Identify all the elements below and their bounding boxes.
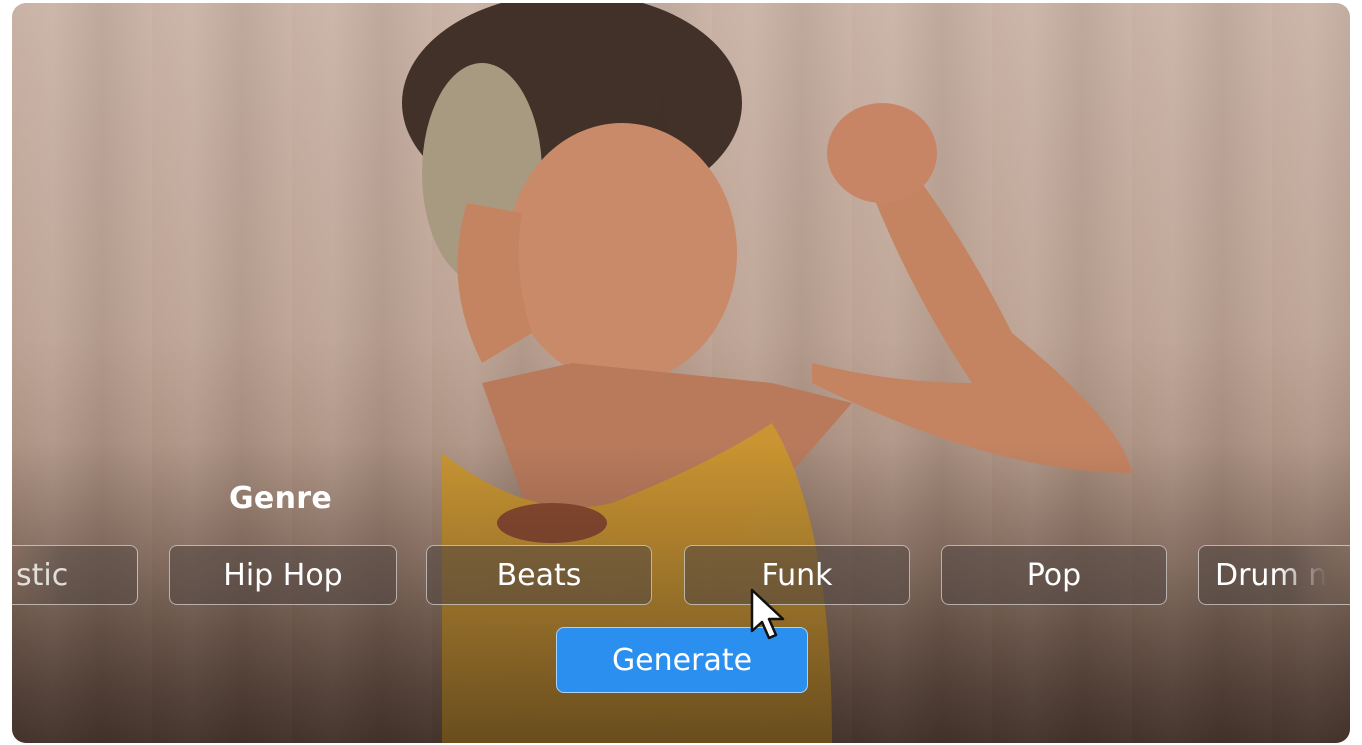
genre-heading: Genre [229,481,332,516]
genre-chip-acoustic[interactable]: stic [12,545,138,605]
genre-chip-hip-hop[interactable]: Hip Hop [169,545,397,605]
genre-chip-label: Beats [496,557,582,593]
genre-chip-funk[interactable]: Funk [684,545,910,605]
generate-button-label: Generate [611,642,753,678]
genre-chip-label: Hip Hop [223,557,343,593]
genre-chip-beats[interactable]: Beats [426,545,652,605]
genre-chip-label: Drum n [1215,557,1328,593]
genre-chip-pop[interactable]: Pop [941,545,1167,605]
mouse-pointer-icon [750,588,785,640]
video-frame: Genre stic Hip Hop Beats Funk Pop Drum n… [12,3,1350,743]
genre-chip-label: stic [16,557,69,593]
genre-chip-drum-n-bass[interactable]: Drum n [1198,545,1350,605]
genre-chip-label: Pop [1026,557,1082,593]
